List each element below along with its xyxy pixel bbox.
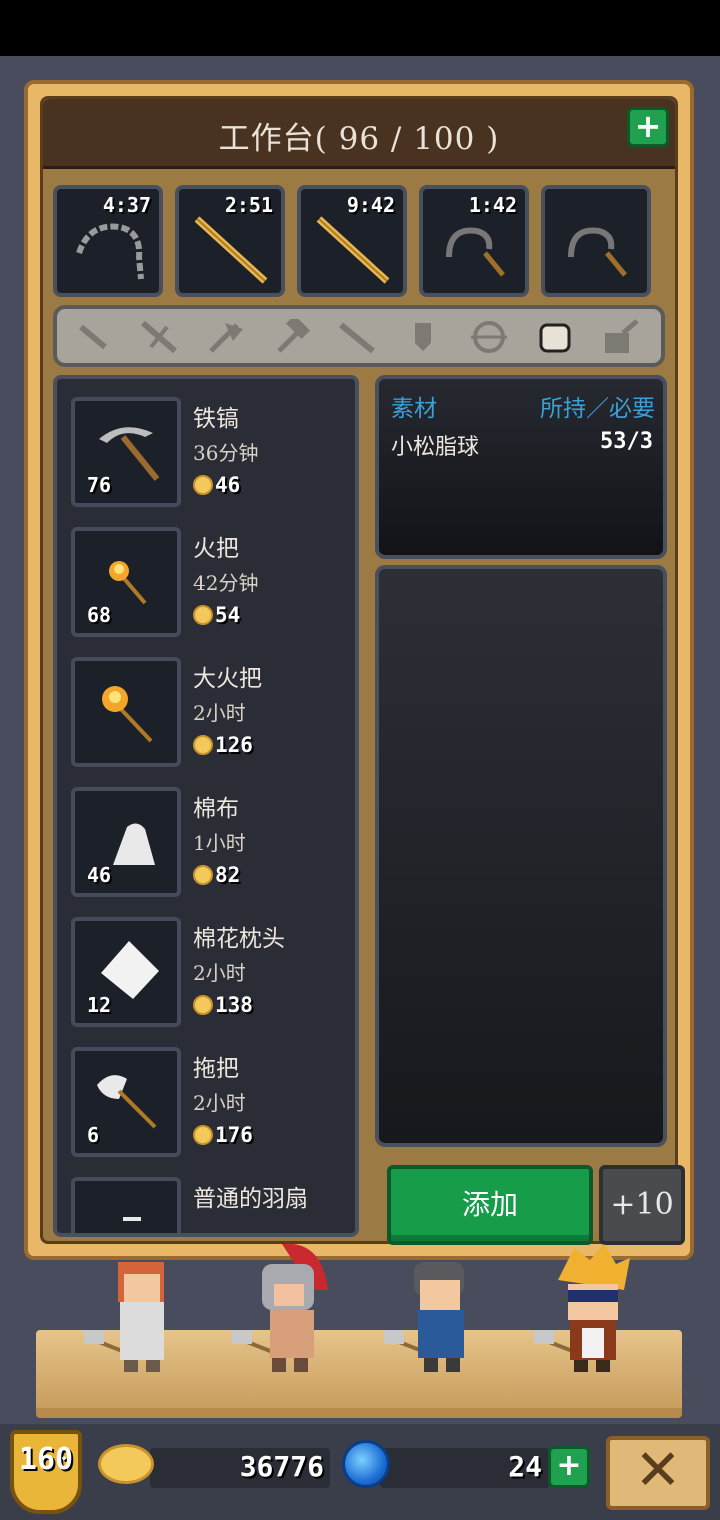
craft-time: 2小时 <box>193 701 246 725</box>
workbench-panel: 工作台( 96 / 100 ) + 4:37 2:51 9:42 1:42 76… <box>24 80 694 1260</box>
close-button[interactable]: ✕ <box>606 1436 710 1510</box>
bow-icon[interactable] <box>467 319 511 355</box>
item-icon-box: 46 <box>71 787 181 897</box>
material-quantity: 53/3 <box>600 429 653 454</box>
coin-icon <box>193 735 213 755</box>
item-price: 138 <box>193 993 253 1017</box>
item-price: 176 <box>193 1123 253 1147</box>
queue-slot[interactable]: 2:51 <box>175 185 285 297</box>
item-price: 126 <box>193 733 253 757</box>
worker-avatar[interactable] <box>384 1240 494 1380</box>
item-icon-box: 6 <box>71 1047 181 1157</box>
stock-count: 6 <box>87 1123 100 1147</box>
armor-icon[interactable] <box>533 319 577 355</box>
sword-icon[interactable] <box>137 319 181 355</box>
list-item[interactable]: 普通的羽扇 <box>71 1177 351 1233</box>
coin-icon <box>98 1444 154 1484</box>
stock-count: 46 <box>87 863 112 887</box>
close-icon: ✕ <box>634 1438 682 1503</box>
coin-icon <box>193 605 213 625</box>
item-name: 棉布 <box>193 796 239 822</box>
item-icon-box <box>71 1177 181 1233</box>
spear-icon[interactable] <box>335 319 379 355</box>
craft-time: 1小时 <box>193 831 246 855</box>
owned-required-header: 所持／必要 <box>540 396 655 422</box>
queue-slot[interactable]: 9:42 <box>297 185 407 297</box>
list-item[interactable]: 76 铁镐 36分钟 46 <box>71 397 351 517</box>
gem-icon <box>342 1440 390 1488</box>
stock-count: 76 <box>87 473 112 497</box>
level-badge[interactable]: 160 <box>10 1430 82 1514</box>
worker-avatar[interactable] <box>84 1240 194 1380</box>
add-button[interactable]: 添加 <box>387 1165 593 1245</box>
hammer-icon[interactable] <box>269 319 313 355</box>
item-price: 46 <box>193 473 240 497</box>
list-item[interactable]: 46 棉布 1小时 82 <box>71 787 351 907</box>
crafting-queue: 4:37 2:51 9:42 1:42 <box>53 185 673 297</box>
whip-icon <box>76 223 144 280</box>
recipe-list: 76 铁镐 36分钟 46 68 火把 42分钟 54 大火把 2小时 126 … <box>53 375 359 1237</box>
item-icon-box: 12 <box>71 917 181 1027</box>
coin-balance: 36776 <box>239 1450 324 1483</box>
craft-time: 36分钟 <box>193 441 259 465</box>
coin-icon <box>193 995 213 1015</box>
materials-header: 素材 <box>391 396 437 422</box>
item-price: 54 <box>193 603 240 627</box>
worker-avatar[interactable] <box>232 1240 342 1380</box>
stock-count: 68 <box>87 603 112 627</box>
mop-icon <box>97 1075 157 1129</box>
item-price: 82 <box>193 863 240 887</box>
item-name: 火把 <box>193 536 239 562</box>
queue-slot[interactable]: 4:37 <box>53 185 163 297</box>
item-name: 大火把 <box>193 666 262 692</box>
sickle-icon <box>446 227 505 277</box>
big-torch-icon <box>102 686 153 743</box>
plus-icon: + <box>634 107 662 145</box>
item-icon-box <box>71 657 181 767</box>
buy-gems-button[interactable]: + <box>548 1446 590 1488</box>
plus-icon: + <box>556 1448 582 1483</box>
gem-balance: 24 <box>508 1450 542 1483</box>
coin-icon <box>193 1125 213 1145</box>
detail-panel <box>375 565 667 1147</box>
stock-count: 12 <box>87 993 112 1017</box>
item-icon-box: 76 <box>71 397 181 507</box>
list-item[interactable]: 68 火把 42分钟 54 <box>71 527 351 647</box>
materials-panel: 素材 所持／必要 小松脂球 53/3 <box>375 375 667 559</box>
list-item[interactable]: 12 棉花枕头 2小时 138 <box>71 917 351 1037</box>
stick-icon <box>316 216 390 284</box>
craft-time: 2小时 <box>193 961 246 985</box>
shield-icon[interactable] <box>401 319 445 355</box>
queue-slot[interactable]: 1:42 <box>419 185 529 297</box>
category-tabs <box>53 305 665 367</box>
status-bar <box>0 0 720 56</box>
axe-icon[interactable] <box>203 319 247 355</box>
add-ten-button[interactable]: +10 <box>599 1165 685 1245</box>
level-number: 160 <box>18 1442 74 1477</box>
dagger-icon[interactable] <box>71 319 115 355</box>
item-name: 普通的羽扇 <box>193 1186 308 1212</box>
list-item[interactable]: 大火把 2小时 126 <box>71 657 351 777</box>
coin-icon <box>193 475 213 495</box>
queue-slot[interactable] <box>541 185 651 297</box>
tool-icon[interactable] <box>599 319 643 355</box>
workbench-inner: 工作台( 96 / 100 ) + 4:37 2:51 9:42 1:42 76… <box>40 96 685 1245</box>
item-name: 铁镐 <box>193 406 239 432</box>
panel-header: 工作台( 96 / 100 ) + <box>43 99 675 169</box>
material-name: 小松脂球 <box>391 435 480 460</box>
coin-icon <box>193 865 213 885</box>
worker-avatar[interactable] <box>534 1240 644 1380</box>
item-name: 拖把 <box>193 1056 239 1082</box>
craft-time: 42分钟 <box>193 571 259 595</box>
page-title: 工作台( 96 / 100 ) <box>218 121 500 157</box>
item-icon-box: 68 <box>71 527 181 637</box>
expand-capacity-button[interactable]: + <box>627 107 669 147</box>
list-item[interactable]: 6 拖把 2小时 176 <box>71 1047 351 1167</box>
sickle-icon <box>568 227 627 277</box>
stick-icon <box>194 216 268 284</box>
craft-time: 2小时 <box>193 1091 246 1115</box>
feather-fan-icon <box>123 1217 141 1221</box>
item-name: 棉花枕头 <box>193 926 285 952</box>
